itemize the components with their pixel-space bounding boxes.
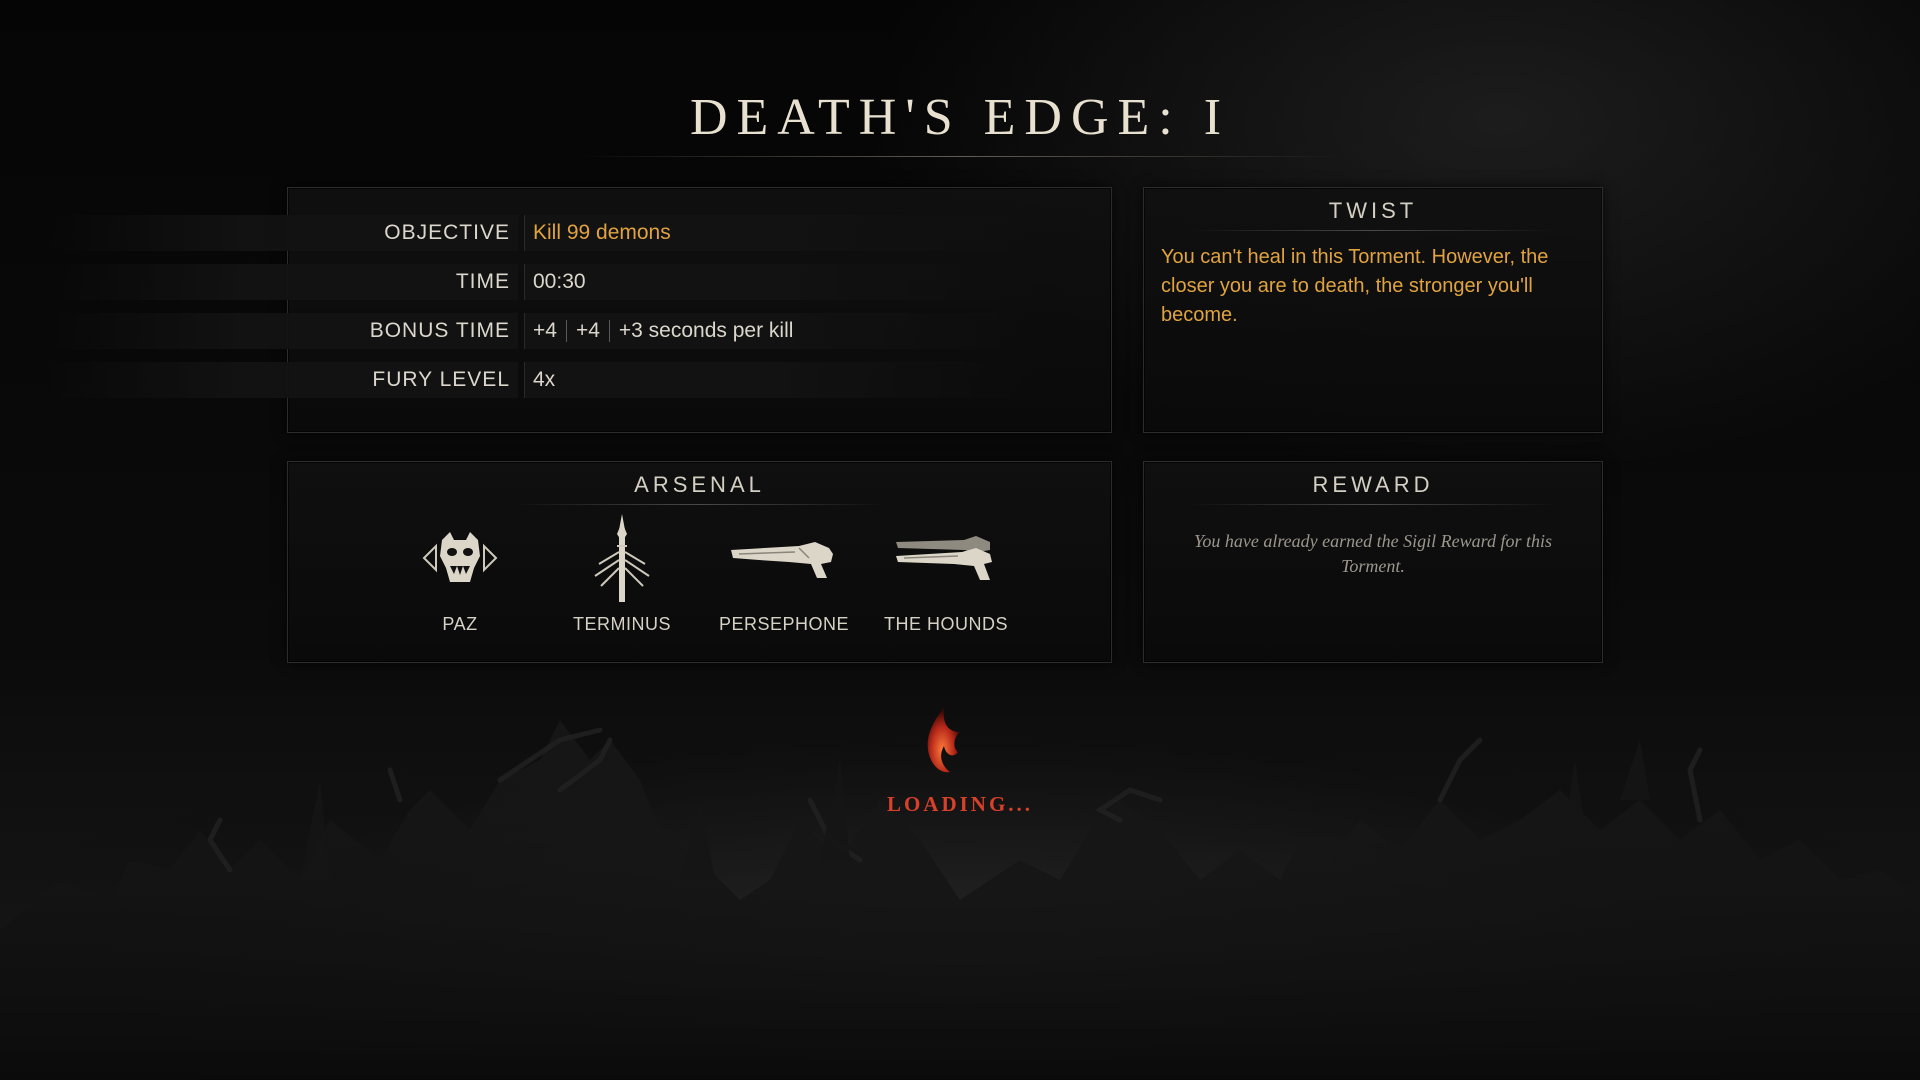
bonus-time-value: +4 +4 +3 seconds per kill — [524, 313, 1034, 349]
arsenal-panel: ARSENAL PAZ TERMINUS PERSEPHONE THE HOUN… — [287, 461, 1112, 663]
objective-row: OBJECTIVE Kill 99 demons — [48, 213, 1034, 253]
bonus-time-part: +4 — [575, 319, 600, 342]
twist-panel: TWIST You can't heal in this Torment. Ho… — [1143, 187, 1603, 433]
bonus-time-part: +3 seconds per kill — [618, 319, 794, 342]
bonus-time-part: +4 — [533, 319, 557, 342]
trident-blade-icon — [542, 510, 702, 606]
objective-value: Kill 99 demons — [524, 215, 1034, 251]
twist-heading: TWIST — [1328, 198, 1418, 223]
loading-status: LOADING... — [886, 792, 1034, 816]
time-row: TIME 00:30 — [48, 262, 1034, 302]
weapon-name: TERMINUS — [573, 614, 671, 634]
shotgun-icon — [704, 510, 864, 606]
weapon-name: PAZ — [442, 614, 478, 634]
weapon-name: THE HOUNDS — [883, 614, 1008, 634]
demon-skull-icon — [380, 510, 540, 606]
time-label: TIME — [48, 264, 518, 300]
reward-description: You have already earned the Sigil Reward… — [1194, 531, 1552, 576]
weapon-terminus: TERMINUS — [542, 510, 702, 635]
time-value: 00:30 — [524, 264, 1034, 300]
fury-level-label: FURY LEVEL — [48, 362, 518, 398]
flame-icon — [927, 708, 960, 773]
title-divider — [580, 156, 1340, 157]
fury-level-row: FURY LEVEL 4x — [48, 360, 1034, 400]
twin-pistols-icon — [866, 510, 1026, 606]
torment-info-panel: OBJECTIVE Kill 99 demons TIME 00:30 BONU… — [48, 187, 1112, 433]
objective-label: OBJECTIVE — [48, 215, 518, 251]
bonus-separator — [565, 320, 567, 343]
fury-level-value: 4x — [524, 362, 1034, 398]
bonus-separator — [608, 320, 610, 343]
reward-heading: REWARD — [1312, 472, 1434, 497]
reward-panel: REWARD You have already earned the Sigil… — [1143, 461, 1603, 663]
bonus-time-row: BONUS TIME +4 +4 +3 seconds per kill — [48, 311, 1034, 351]
arsenal-heading-divider — [514, 504, 885, 505]
twist-heading-divider — [1189, 230, 1557, 231]
arsenal-heading: ARSENAL — [634, 472, 765, 497]
torment-loading-screen: DEATH'S EDGE: I OBJECTIVE Kill 99 demons… — [0, 0, 1920, 1080]
torment-title: DEATH'S EDGE: I — [689, 89, 1231, 146]
twist-description: You can't heal in this Torment. However,… — [1161, 246, 1549, 326]
reward-heading-divider — [1189, 504, 1557, 505]
weapon-persephone: PERSEPHONE — [704, 510, 864, 635]
weapon-the-hounds: THE HOUNDS — [866, 510, 1026, 635]
weapon-name: PERSEPHONE — [718, 614, 850, 634]
bonus-time-label: BONUS TIME — [48, 313, 518, 349]
weapon-paz: PAZ — [380, 510, 540, 635]
